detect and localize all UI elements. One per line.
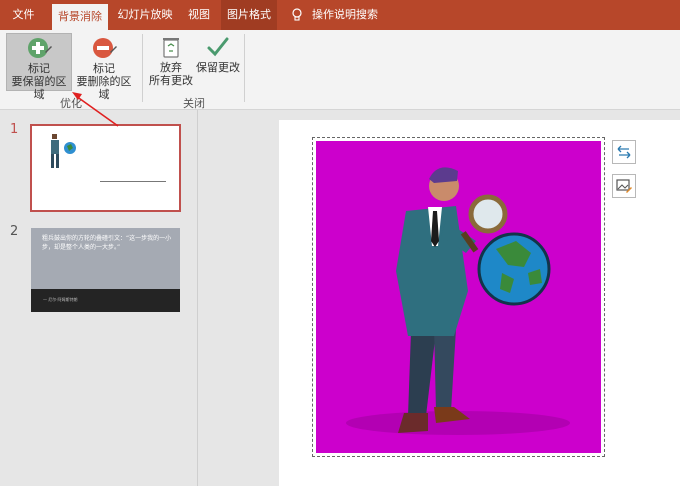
picture-selection-frame[interactable] (312, 137, 605, 457)
plus-circle-icon (28, 38, 52, 58)
tab-view[interactable]: 视图 (182, 0, 216, 30)
keep-changes-button[interactable]: 保留更改 (195, 35, 241, 74)
slide-thumbnail-quote: 粗兵鼓出你的方轮的叠碴引文：“这一步我的一小步，却是整个人类的一大步。” (42, 235, 172, 251)
group-label-optimize: 优化 (60, 97, 82, 110)
slide-thumbnail-2[interactable]: 粗兵鼓出你的方轮的叠碴引文：“这一步我的一小步，却是整个人类的一大步。” — 尼… (31, 228, 180, 312)
alt-text-button[interactable] (612, 174, 636, 198)
slide-thumbnail-pane: 1 2 粗兵鼓出你的方轮的叠碴引文：“这一步我的一小步，却是整个人类的一大步。”… (0, 110, 198, 486)
checkmark-icon (207, 37, 229, 57)
tab-file[interactable]: 文件 (0, 0, 47, 30)
tell-me-label: 操作说明搜索 (312, 8, 378, 21)
mark-keep-line1: 标记 (28, 62, 50, 75)
minus-circle-icon (93, 38, 117, 58)
slide-canvas[interactable] (279, 120, 680, 486)
recycle-bin-icon (163, 38, 179, 58)
group-separator (142, 34, 143, 102)
mark-remove-line1: 标记 (93, 62, 115, 75)
ribbon: 标记 要保留的区域 标记 要删除的区域 放弃 所有更改 保留更改 优化 关闭 (0, 30, 680, 110)
tab-picture-format[interactable]: 图片格式 (221, 0, 277, 30)
layout-options-button[interactable] (612, 140, 636, 164)
slide-number: 1 (10, 122, 19, 137)
mark-areas-to-keep-button[interactable]: 标记 要保留的区域 (6, 33, 72, 101)
slide-thumbnail-footer-band: — 尼尔·阿姆斯特朗 (31, 289, 180, 312)
keep-changes-label: 保留更改 (196, 61, 240, 74)
discard-line2: 所有更改 (149, 74, 193, 87)
picture-with-removed-background[interactable] (316, 141, 601, 453)
mark-areas-to-remove-button[interactable]: 标记 要删除的区域 (72, 35, 136, 101)
slide-thumbnail-title-line (100, 181, 166, 182)
tab-background-removal[interactable]: 背景消除 (52, 4, 108, 30)
slide-thumbnail-1[interactable] (30, 124, 181, 212)
picture-edit-icon (616, 179, 632, 193)
discard-all-changes-button[interactable]: 放弃 所有更改 (146, 35, 196, 87)
man-with-magnifier-globe-illustration (346, 167, 570, 435)
slide-thumbnail-image (51, 134, 76, 168)
slide-thumbnail-author: — 尼尔·阿姆斯特朗 (43, 297, 78, 302)
tab-slideshow[interactable]: 幻灯片放映 (113, 0, 177, 30)
swap-arrows-icon (617, 145, 631, 159)
ribbon-tab-bar: 文件 背景消除 幻灯片放映 视图 图片格式 操作说明搜索 (0, 0, 680, 30)
discard-line1: 放弃 (160, 61, 182, 74)
slide-number: 2 (10, 224, 19, 239)
lightbulb-icon (292, 8, 302, 21)
slide-editing-area (199, 110, 680, 486)
group-label-close: 关闭 (183, 97, 205, 110)
group-separator (244, 34, 245, 102)
tell-me-search[interactable]: 操作说明搜索 (288, 0, 398, 30)
